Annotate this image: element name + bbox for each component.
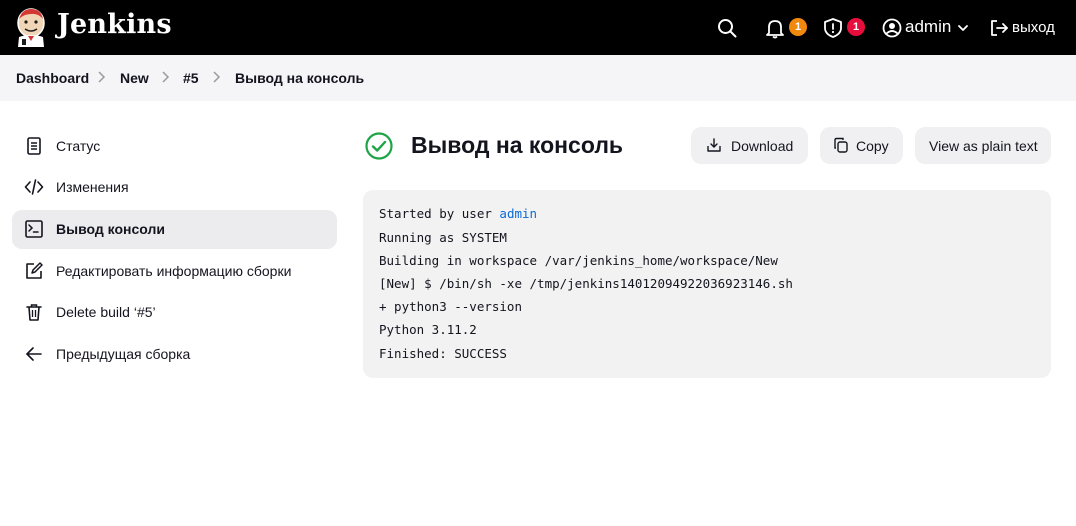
notifications-badge[interactable]: 1 bbox=[789, 18, 807, 36]
view-plain-text-button[interactable]: View as plain text bbox=[915, 127, 1051, 164]
success-check-icon bbox=[365, 132, 393, 160]
logout-icon[interactable] bbox=[988, 17, 1010, 39]
console-line: Building in workspace /var/jenkins_home/… bbox=[379, 253, 778, 268]
sidebar-item-label: Статус bbox=[56, 138, 101, 154]
console-line: + python3 --version bbox=[379, 299, 522, 314]
logout-link[interactable]: выход bbox=[1012, 19, 1055, 36]
sidebar-item-label: Предыдущая сборка bbox=[56, 346, 191, 362]
breadcrumb-build[interactable]: #5 bbox=[183, 70, 199, 86]
page-title: Вывод на консоль bbox=[411, 132, 624, 158]
trash-icon bbox=[26, 304, 42, 321]
console-line: Started by user admin bbox=[379, 206, 537, 221]
arrow-left-icon bbox=[26, 347, 42, 361]
chevron-right-icon bbox=[162, 71, 170, 83]
sidebar-item-label: Вывод консоли bbox=[56, 221, 165, 237]
breadcrumb-console-output[interactable]: Вывод на консоль bbox=[235, 70, 364, 86]
shield-icon[interactable] bbox=[822, 17, 844, 39]
console-user-link[interactable]: admin bbox=[499, 206, 537, 221]
security-badge[interactable]: 1 bbox=[847, 18, 865, 36]
user-menu-label[interactable]: admin bbox=[905, 17, 951, 37]
breadcrumb-new[interactable]: New bbox=[120, 70, 149, 86]
console-line: [New] $ /bin/sh -xe /tmp/jenkins14012094… bbox=[379, 276, 793, 291]
console-line: Finished: SUCCESS bbox=[379, 346, 507, 361]
chevron-right-icon bbox=[98, 71, 106, 83]
chevron-right-icon bbox=[213, 71, 221, 83]
search-icon[interactable] bbox=[716, 17, 738, 39]
code-icon bbox=[24, 179, 44, 195]
bell-icon[interactable] bbox=[764, 17, 786, 39]
chevron-down-icon[interactable] bbox=[956, 21, 970, 35]
sidebar-item-label: Изменения bbox=[56, 179, 129, 195]
console-output: Started by user admin Running as SYSTEM … bbox=[363, 190, 1051, 378]
sidebar-item-label: Редактировать информацию сборки bbox=[56, 263, 292, 279]
sidebar-item-status[interactable]: Статус bbox=[12, 127, 337, 166]
document-icon bbox=[27, 137, 41, 155]
user-avatar-icon[interactable] bbox=[881, 17, 903, 39]
console-line: Python 3.11.2 bbox=[379, 322, 477, 337]
sidebar-item-edit-build-info[interactable]: Редактировать информацию сборки bbox=[12, 252, 337, 291]
terminal-icon bbox=[25, 220, 43, 238]
edit-icon bbox=[26, 262, 43, 279]
console-line: Running as SYSTEM bbox=[379, 230, 507, 245]
copy-button[interactable]: Copy bbox=[820, 127, 903, 164]
console-started-text: Started by user bbox=[379, 206, 500, 221]
copy-icon bbox=[834, 137, 848, 153]
breadcrumb-dashboard[interactable]: Dashboard bbox=[16, 70, 89, 86]
download-button[interactable]: Download bbox=[691, 127, 808, 164]
copy-button-label: Copy bbox=[856, 138, 889, 154]
sidebar-item-previous-build[interactable]: Предыдущая сборка bbox=[12, 335, 337, 374]
breadcrumb: Dashboard New #5 Вывод на консоль bbox=[0, 55, 1076, 101]
sidebar-item-changes[interactable]: Изменения bbox=[12, 168, 337, 207]
jenkins-logo-icon[interactable] bbox=[14, 7, 48, 47]
top-navigation-bar: Jenkins 1 1 admin выход bbox=[0, 0, 1076, 55]
download-button-label: Download bbox=[731, 138, 794, 154]
brand-title[interactable]: Jenkins bbox=[57, 9, 172, 40]
sidebar-item-console-output[interactable]: Вывод консоли bbox=[12, 210, 337, 249]
sidebar-item-label: Delete build ‘#5’ bbox=[56, 304, 156, 320]
download-icon bbox=[707, 138, 721, 152]
sidebar-item-delete-build[interactable]: Delete build ‘#5’ bbox=[12, 293, 337, 332]
view-plain-text-label: View as plain text bbox=[929, 138, 1038, 154]
